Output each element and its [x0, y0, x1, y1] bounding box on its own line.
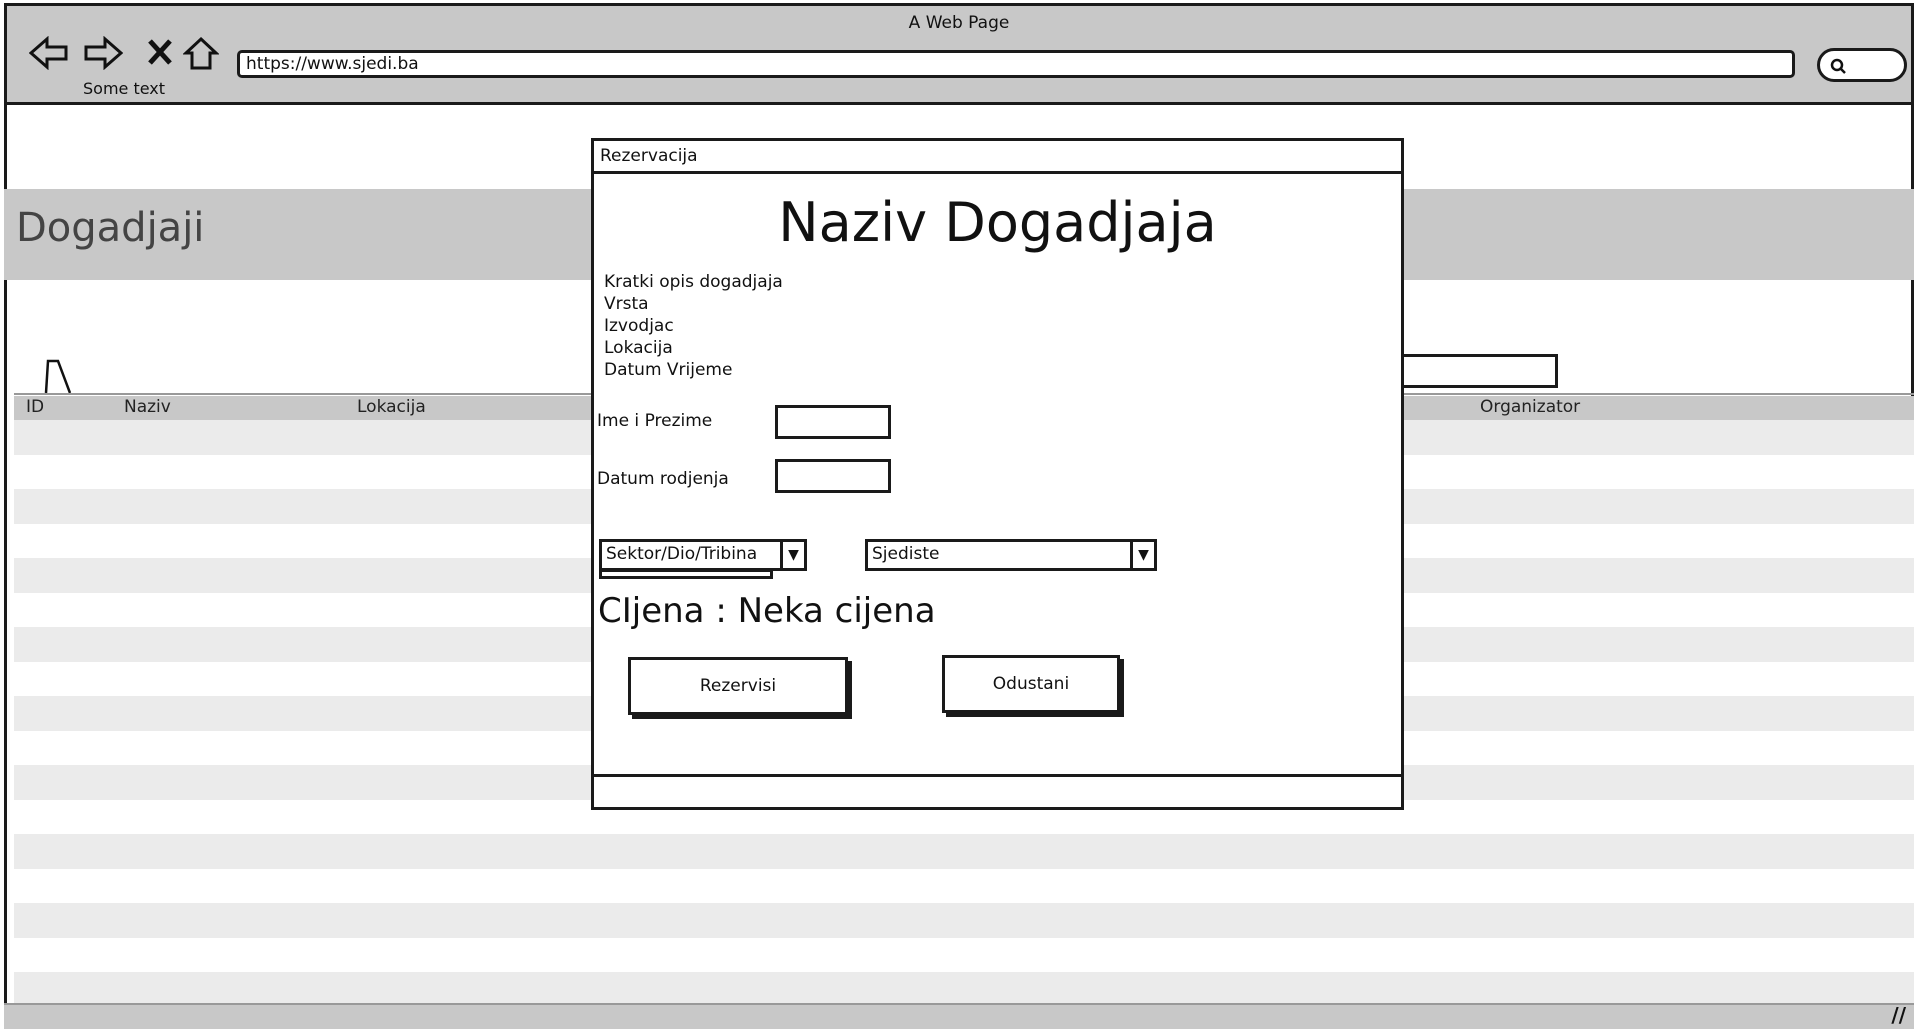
chevron-down-icon: ▼ — [780, 542, 804, 568]
tab-handle[interactable] — [44, 358, 72, 394]
status-bar: // — [4, 1003, 1914, 1029]
chrome-subtext: Some text — [83, 79, 166, 98]
reserve-button[interactable]: Rezervisi — [628, 657, 848, 715]
reservation-dialog: Rezervacija Naziv Dogadjaja Kratki opis … — [591, 138, 1404, 810]
browser-toolbar: A Web Page https://www.sjedi.ba Some tex… — [4, 3, 1914, 105]
sector-select-dropdown — [599, 569, 773, 579]
close-x-icon[interactable] — [147, 36, 173, 66]
column-header-organizator[interactable]: Organizator — [1480, 397, 1580, 417]
search-icon — [1830, 58, 1846, 74]
event-location: Lokacija — [604, 338, 673, 358]
column-header-lokacija[interactable]: Lokacija — [357, 397, 426, 417]
price-text: CIjena : Neka cijena — [598, 591, 936, 631]
sector-select-value: Sektor/Dio/Tribina — [606, 544, 758, 564]
table-row[interactable] — [14, 903, 1914, 938]
birth-date-input[interactable] — [775, 459, 891, 493]
full-name-input[interactable] — [775, 405, 891, 439]
birth-date-label: Datum rodjenja — [597, 469, 729, 489]
event-info: Kratki opis dogadjaja Vrsta Izvodjac Lok… — [604, 271, 783, 381]
browser-search-button[interactable] — [1817, 48, 1907, 82]
window-title: A Web Page — [908, 13, 1010, 33]
dialog-footer — [594, 774, 1401, 807]
filter-input[interactable] — [1390, 354, 1558, 388]
table-row[interactable] — [14, 868, 1914, 903]
table-row[interactable] — [14, 834, 1914, 869]
resize-grip-icon[interactable]: // — [1891, 1003, 1906, 1027]
chevron-down-icon: ▼ — [1130, 542, 1154, 568]
table-row[interactable] — [14, 937, 1914, 972]
event-datetime: Datum Vrijeme — [604, 360, 733, 380]
dialog-title: Rezervacija — [594, 141, 1401, 174]
url-bar[interactable]: https://www.sjedi.ba — [237, 50, 1795, 78]
page-title: Dogadjaji — [16, 205, 205, 251]
event-description: Kratki opis dogadjaja — [604, 272, 783, 292]
event-type: Vrsta — [604, 294, 649, 314]
home-icon[interactable] — [183, 36, 219, 72]
table-row[interactable] — [14, 972, 1914, 1007]
seat-select[interactable]: Sjediste ▼ — [865, 539, 1157, 571]
column-header-id[interactable]: ID — [26, 397, 44, 417]
sector-select[interactable]: Sektor/Dio/Tribina ▼ — [599, 539, 807, 571]
cancel-button[interactable]: Odustani — [942, 655, 1120, 713]
seat-select-value: Sjediste — [872, 544, 940, 564]
column-header-naziv[interactable]: Naziv — [124, 397, 171, 417]
event-name: Naziv Dogadjaja — [778, 191, 1217, 254]
full-name-label: Ime i Prezime — [597, 411, 713, 431]
event-performer: Izvodjac — [604, 316, 674, 336]
forward-arrow-icon[interactable] — [83, 36, 123, 70]
back-arrow-icon[interactable] — [29, 36, 69, 70]
